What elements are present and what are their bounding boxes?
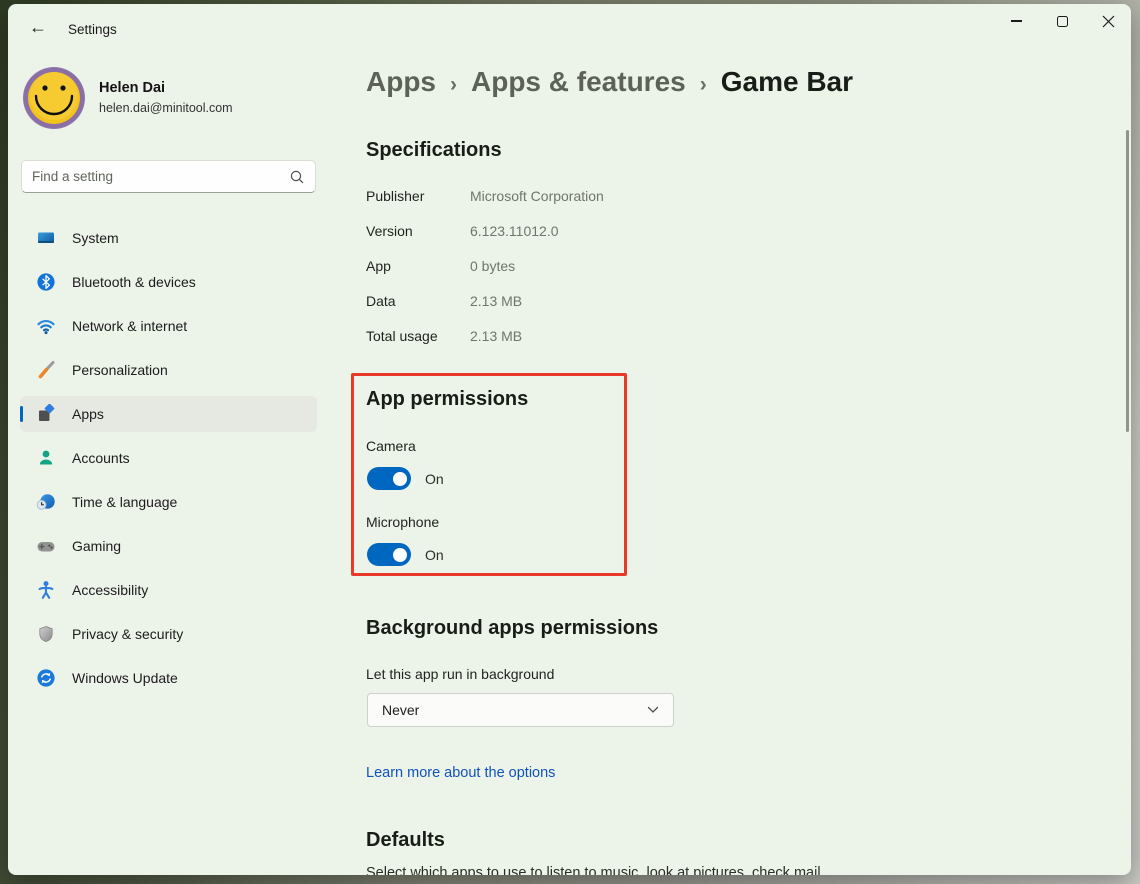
- back-arrow-icon: ←: [29, 17, 47, 38]
- sidebar-item-privacy-security[interactable]: Privacy & security: [20, 616, 317, 652]
- search-box[interactable]: [21, 160, 316, 193]
- spec-label: Total usage: [366, 328, 470, 344]
- sidebar-item-label: Apps: [72, 406, 104, 422]
- defaults-description: Select which apps to use to listen to mu…: [366, 865, 825, 875]
- sidebar-item-network-internet[interactable]: Network & internet: [20, 308, 317, 344]
- spec-value: 6.123.11012.0: [470, 223, 559, 239]
- accessibility-icon: [36, 580, 56, 600]
- breadcrumb-apps-features[interactable]: Apps & features: [471, 66, 686, 98]
- run-in-background-label: Let this app run in background: [366, 666, 554, 682]
- toggle-knob: [393, 548, 407, 562]
- search-icon: [289, 169, 305, 185]
- dropdown-selected-value: Never: [382, 702, 647, 718]
- system-icon: [36, 228, 56, 248]
- sidebar-item-time-language[interactable]: Time & language: [20, 484, 317, 520]
- network-icon: [36, 316, 56, 336]
- sidebar-item-label: Personalization: [72, 362, 168, 378]
- spec-label: Publisher: [366, 188, 470, 204]
- sidebar-item-bluetooth-devices[interactable]: Bluetooth & devices: [20, 264, 317, 300]
- spec-value: 2.13 MB: [470, 328, 522, 344]
- microphone-permission-label: Microphone: [366, 514, 439, 530]
- gaming-icon: [36, 536, 56, 556]
- time-language-icon: [36, 492, 56, 512]
- sidebar-item-label: Privacy & security: [72, 626, 183, 642]
- personalization-icon: [36, 360, 56, 380]
- main-content: Apps › Apps & features › Game Bar Specif…: [358, 4, 1128, 875]
- apps-icon: [36, 404, 56, 424]
- breadcrumb-apps[interactable]: Apps: [366, 66, 436, 98]
- sidebar-item-windows-update[interactable]: Windows Update: [20, 660, 317, 696]
- spec-row-publisher: Publisher Microsoft Corporation: [366, 188, 604, 204]
- specifications-heading: Specifications: [366, 139, 502, 162]
- camera-permission-label: Camera: [366, 438, 416, 454]
- profile-name: Helen Dai: [99, 80, 165, 96]
- spec-label: Data: [366, 293, 470, 309]
- spec-row-version: Version 6.123.11012.0: [366, 223, 604, 239]
- desktop: { "window": { "title": "Settings", "cont…: [0, 0, 1140, 884]
- bluetooth-icon: [36, 272, 56, 292]
- avatar[interactable]: [22, 66, 86, 130]
- sidebar-item-accessibility[interactable]: Accessibility: [20, 572, 317, 608]
- search-input[interactable]: [32, 169, 289, 184]
- specifications-table: Publisher Microsoft Corporation Version …: [366, 188, 604, 363]
- sidebar-item-label: Bluetooth & devices: [72, 274, 196, 290]
- accounts-icon: [36, 448, 56, 468]
- sidebar-item-label: Accounts: [72, 450, 130, 466]
- spec-value: 0 bytes: [470, 258, 515, 274]
- camera-toggle-state: On: [425, 471, 444, 487]
- chevron-down-icon: [647, 706, 659, 714]
- app-permissions-heading: App permissions: [366, 388, 528, 411]
- sidebar-item-label: Accessibility: [72, 582, 148, 598]
- sidebar-item-label: Network & internet: [72, 318, 187, 334]
- privacy-icon: [36, 624, 56, 644]
- sidebar-item-accounts[interactable]: Accounts: [20, 440, 317, 476]
- spec-value: 2.13 MB: [470, 293, 522, 309]
- sidebar-item-label: Windows Update: [72, 670, 178, 686]
- sidebar-item-label: Gaming: [72, 538, 121, 554]
- sidebar-item-apps[interactable]: Apps: [20, 396, 317, 432]
- profile-email: helen.dai@minitool.com: [99, 101, 233, 115]
- vertical-scrollbar[interactable]: [1126, 130, 1129, 432]
- sidebar-nav: System Bluetooth & devices Network & int…: [20, 220, 317, 704]
- spec-label: Version: [366, 223, 470, 239]
- breadcrumb-chevron-icon: ›: [450, 73, 457, 97]
- breadcrumb-chevron-icon: ›: [700, 73, 707, 97]
- window-title: Settings: [68, 22, 117, 37]
- spec-row-data-size: Data 2.13 MB: [366, 293, 604, 309]
- camera-toggle[interactable]: [367, 467, 411, 490]
- spec-value: Microsoft Corporation: [470, 188, 604, 204]
- spec-label: App: [366, 258, 470, 274]
- spec-row-total-usage: Total usage 2.13 MB: [366, 328, 604, 344]
- sidebar-item-gaming[interactable]: Gaming: [20, 528, 317, 564]
- background-permissions-heading: Background apps permissions: [366, 617, 658, 640]
- toggle-knob: [393, 472, 407, 486]
- microphone-toggle-state: On: [425, 547, 444, 563]
- settings-window: ← Settings Helen Dai helen.dai@minitool.: [8, 4, 1131, 875]
- defaults-heading: Defaults: [366, 829, 445, 852]
- background-permission-dropdown[interactable]: Never: [367, 693, 674, 727]
- microphone-toggle[interactable]: [367, 543, 411, 566]
- back-button[interactable]: ←: [22, 16, 54, 38]
- windows-update-icon: [36, 668, 56, 688]
- breadcrumb-current-page: Game Bar: [721, 66, 853, 98]
- sidebar-item-label: System: [72, 230, 119, 246]
- sidebar-item-label: Time & language: [72, 494, 177, 510]
- learn-more-link[interactable]: Learn more about the options: [366, 765, 555, 781]
- sidebar-item-system[interactable]: System: [20, 220, 317, 256]
- sidebar-item-personalization[interactable]: Personalization: [20, 352, 317, 388]
- breadcrumb: Apps › Apps & features › Game Bar: [366, 66, 853, 98]
- selected-accent-bar: [20, 406, 23, 422]
- spec-row-app-size: App 0 bytes: [366, 258, 604, 274]
